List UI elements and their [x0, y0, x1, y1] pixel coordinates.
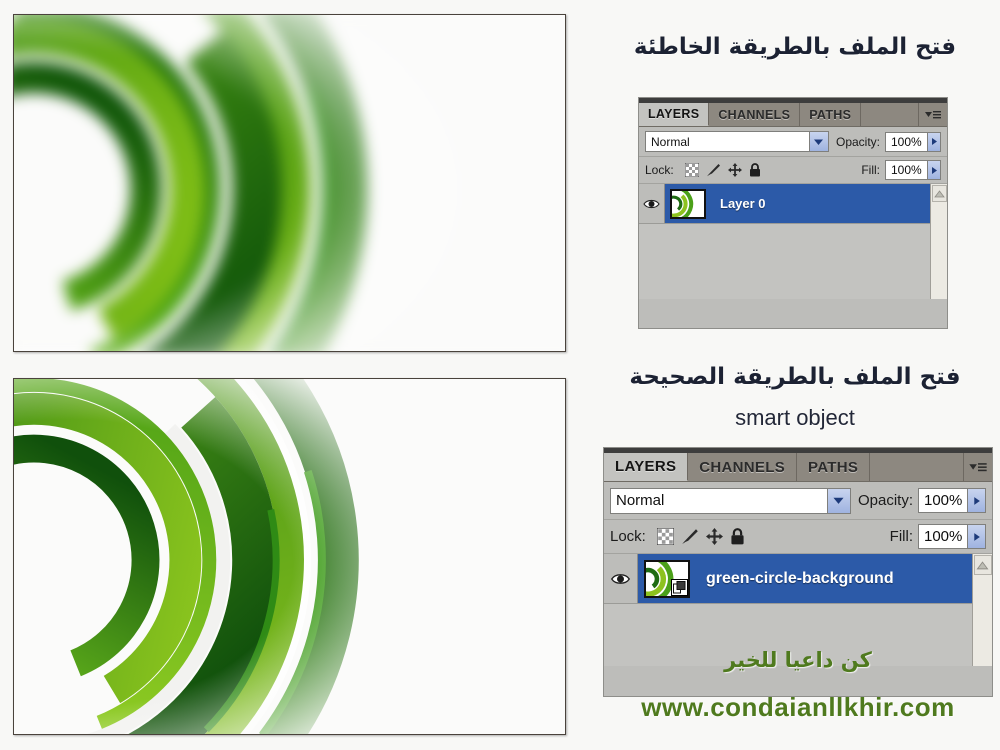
- opacity-field[interactable]: 100%: [885, 131, 941, 152]
- tab-channels-2[interactable]: CHANNELS: [688, 453, 798, 481]
- green-circle-artwork-blurry: [14, 15, 565, 351]
- layer-visibility-toggle-2[interactable]: [604, 554, 638, 603]
- green-circle-artwork-sharp: [14, 379, 565, 734]
- lock-toggle-group-2: [656, 527, 745, 546]
- watermark-url: www.condaianllkhir.com: [641, 692, 955, 722]
- layer-name: Layer 0: [720, 196, 766, 211]
- lock-position-icon-2[interactable]: [705, 528, 723, 545]
- scroll-up-arrow-icon[interactable]: [931, 185, 947, 202]
- lock-image-pixels-icon-2[interactable]: [681, 528, 699, 545]
- preview-image-blurry: [13, 14, 566, 352]
- fill-label: Fill:: [861, 163, 880, 177]
- layer-list-scrollbar[interactable]: [930, 184, 947, 299]
- blend-mode-row: Normal Opacity: 100%: [639, 127, 947, 157]
- layer-row-green-circle-background[interactable]: green-circle-background: [604, 554, 992, 604]
- lock-row: Lock: Fill: 100%: [639, 157, 947, 184]
- chevron-down-icon[interactable]: [808, 132, 828, 151]
- caption-right-way: فتح الملف بالطريقة الصحيحة: [629, 364, 961, 390]
- preview-image-sharp: [13, 378, 566, 735]
- tab-channels[interactable]: CHANNELS: [709, 103, 801, 126]
- tab-paths-2[interactable]: PATHS: [797, 453, 871, 481]
- layer-list-empty-space: [639, 224, 947, 299]
- layer-row-layer0[interactable]: Layer 0: [639, 184, 947, 224]
- fill-label-2: Fill:: [889, 528, 913, 545]
- opacity-label: Opacity:: [835, 134, 880, 149]
- fill-value: 100%: [891, 163, 922, 177]
- chevron-down-icon-2[interactable]: [826, 488, 850, 513]
- layer-thumbnail[interactable]: [670, 188, 706, 219]
- opacity-slider-arrow-icon[interactable]: [926, 132, 940, 151]
- lock-transparent-pixels-icon-2[interactable]: [656, 527, 675, 546]
- eye-icon-2: [610, 573, 631, 584]
- layer-list: Layer 0: [639, 184, 947, 299]
- layer-name-2: green-circle-background: [706, 569, 894, 587]
- watermark-arabic: كن داعيا للخير: [724, 648, 872, 672]
- panel-tab-bar: LAYERS CHANNELS PATHS: [639, 103, 947, 127]
- lock-all-icon[interactable]: [749, 163, 761, 177]
- tab-layers-2[interactable]: LAYERS: [604, 453, 689, 481]
- lock-transparent-pixels-icon[interactable]: [684, 162, 700, 178]
- lock-position-icon[interactable]: [727, 163, 742, 177]
- tab-layers[interactable]: LAYERS: [639, 103, 710, 126]
- lock-label-2: Lock:: [610, 528, 646, 545]
- tab-bar-spacer: [861, 103, 919, 126]
- panel-tab-bar-2: LAYERS CHANNELS PATHS: [604, 453, 992, 482]
- lock-label: Lock:: [645, 163, 674, 177]
- opacity-value-2: 100%: [924, 492, 963, 509]
- caption-wrong-way: فتح الملف بالطريقة الخاطئة: [633, 34, 957, 60]
- fill-slider-arrow-icon-2[interactable]: [967, 525, 985, 548]
- blend-mode-select-2[interactable]: Normal: [610, 487, 851, 514]
- tab-bar-spacer-2: [870, 453, 964, 481]
- opacity-label-2: Opacity:: [857, 492, 913, 509]
- tab-paths[interactable]: PATHS: [800, 103, 862, 126]
- caption-smart-object: smart object: [735, 405, 855, 430]
- fill-field-2[interactable]: 100%: [918, 524, 986, 549]
- page-root: فتح الملف بالطريقة الخاطئة فتح الملف بال…: [0, 0, 1000, 750]
- scroll-up-arrow-icon-2[interactable]: [973, 555, 992, 575]
- fill-value-2: 100%: [924, 528, 963, 545]
- opacity-slider-arrow-icon-2[interactable]: [967, 489, 985, 512]
- layer-thumbnail-art: [672, 190, 704, 217]
- panel-menu-glyph: [925, 110, 941, 118]
- panel-menu-icon-2[interactable]: [964, 453, 992, 481]
- smart-object-badge-icon: [671, 578, 688, 596]
- blend-mode-row-2: Normal Opacity: 100%: [604, 482, 992, 520]
- lock-image-pixels-icon[interactable]: [706, 163, 721, 177]
- blend-mode-value-2: Normal: [616, 492, 665, 509]
- panel-menu-glyph-2: [969, 462, 987, 471]
- eye-icon: [643, 199, 660, 208]
- lock-row-2: Lock: Fill: 100%: [604, 520, 992, 554]
- layers-panel-wrong: LAYERS CHANNELS PATHS Normal Opacity: 10…: [638, 97, 948, 329]
- panel-menu-icon[interactable]: [919, 103, 947, 126]
- opacity-value: 100%: [891, 134, 922, 149]
- fill-slider-arrow-icon[interactable]: [926, 161, 940, 179]
- blend-mode-select[interactable]: Normal: [645, 131, 829, 152]
- layer-thumbnail-2[interactable]: [644, 559, 690, 598]
- lock-toggle-group: [684, 162, 761, 178]
- fill-field[interactable]: 100%: [885, 160, 941, 180]
- layer-visibility-toggle[interactable]: [639, 184, 665, 223]
- opacity-field-2[interactable]: 100%: [918, 488, 986, 513]
- blend-mode-value: Normal: [651, 134, 690, 149]
- lock-all-icon-2[interactable]: [730, 528, 745, 545]
